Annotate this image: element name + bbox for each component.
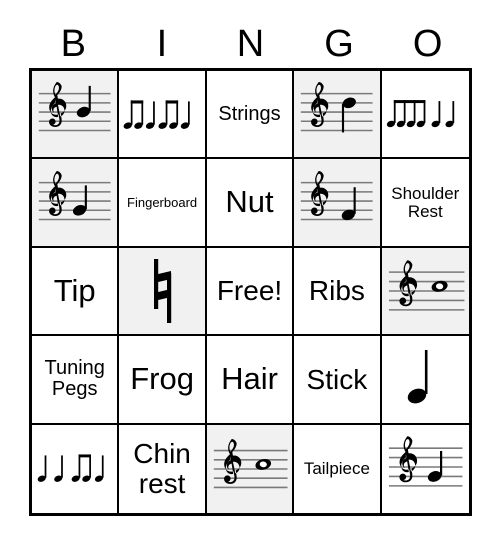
bingo-cell-text[interactable]: Fingerboard (119, 159, 207, 248)
bingo-cell-treble-staff-note-high-icon[interactable] (294, 71, 382, 160)
bingo-header: B I N G O (29, 22, 472, 66)
bingo-cell-text[interactable]: Hair (206, 336, 295, 425)
bingo-cell-label: Nut (225, 184, 274, 220)
bingo-cell-label: Free! (216, 275, 283, 307)
bingo-cell-single-quarter-note-icon[interactable] (381, 336, 469, 425)
natural-sign-icon (120, 249, 203, 333)
header-letter-b: B (60, 23, 86, 65)
bingo-cell-text[interactable]: Tuning Pegs (32, 336, 120, 425)
bingo-cell-label: Hair (221, 361, 278, 397)
header-letter-i: I (156, 23, 168, 65)
treble-staff-note-high-icon (295, 72, 378, 156)
treble-staff-note-middle-icon (33, 72, 116, 156)
bingo-cell-rhythm-two-quarters-beamed-eighths-quarter-icon[interactable] (32, 424, 120, 513)
bingo-cell-label: Fingerboard (127, 194, 198, 210)
bingo-cell-label: Frog (130, 361, 194, 397)
bingo-cell-text[interactable]: Free! (206, 247, 295, 337)
treble-staff-note-low-space-icon (33, 160, 116, 244)
bingo-cell-label: Chin rest (133, 438, 191, 499)
treble-staff-whole-note-icon (383, 249, 468, 333)
bingo-cell-label: Stick (306, 363, 368, 395)
treble-staff-note-bottom-icon (295, 160, 378, 244)
bingo-cell-rhythm-four-beamed-eighths-two-quarters-icon[interactable] (381, 71, 469, 160)
bingo-cell-natural-sign-icon[interactable] (119, 247, 207, 337)
bingo-cell-text[interactable]: Shoulder Rest (381, 159, 469, 248)
bingo-cell-text[interactable]: Chin rest (119, 424, 207, 513)
bingo-cell-treble-staff-note-low-icon[interactable] (381, 424, 469, 513)
bingo-cell-treble-staff-note-low-space-icon[interactable] (32, 159, 120, 248)
rhythm-two-quarters-beamed-eighths-quarter-icon (33, 426, 116, 512)
rhythm-four-beamed-eighths-two-quarters-icon (383, 72, 468, 156)
treble-staff-note-low-icon (383, 426, 468, 512)
bingo-cell-text[interactable]: Strings (206, 71, 295, 160)
bingo-cell-treble-staff-whole-note-icon[interactable] (206, 424, 295, 513)
bingo-grid: Strings Fingerboard Nut Shoulder Rest Tip Fre… (29, 68, 472, 516)
bingo-cell-label: Tuning Pegs (44, 357, 105, 401)
bingo-cell-text[interactable]: Frog (119, 336, 207, 425)
single-quarter-note-icon (383, 337, 468, 421)
header-letter-o: O (412, 23, 443, 65)
bingo-cell-text[interactable]: Stick (294, 336, 382, 425)
bingo-cell-text[interactable]: Nut (206, 159, 295, 248)
bingo-cell-treble-staff-note-middle-icon[interactable] (32, 71, 120, 160)
bingo-cell-label: Tip (53, 272, 96, 308)
header-letter-g: G (324, 23, 354, 65)
bingo-cell-rhythm-beamed-eighths-quarter-pair-icon[interactable] (119, 71, 207, 160)
bingo-cell-text[interactable]: Tailpiece (294, 424, 382, 513)
bingo-card: B I N G O Strings Fingerboard Nut Shoulder … (0, 0, 501, 544)
bingo-cell-text[interactable]: Tip (32, 247, 120, 337)
header-letter-n: N (236, 23, 265, 65)
bingo-cell-label: Shoulder Rest (391, 183, 460, 221)
bingo-cell-treble-staff-whole-note-icon[interactable] (381, 247, 469, 337)
bingo-cell-treble-staff-note-bottom-icon[interactable] (294, 159, 382, 248)
bingo-cell-text[interactable]: Ribs (294, 247, 382, 337)
bingo-cell-label: Ribs (308, 275, 365, 307)
bingo-cell-label: Strings (218, 102, 281, 125)
treble-staff-whole-note-icon (208, 426, 291, 512)
bingo-cell-label: Tailpiece (303, 458, 370, 478)
rhythm-beamed-eighths-quarter-pair-icon (120, 72, 203, 156)
